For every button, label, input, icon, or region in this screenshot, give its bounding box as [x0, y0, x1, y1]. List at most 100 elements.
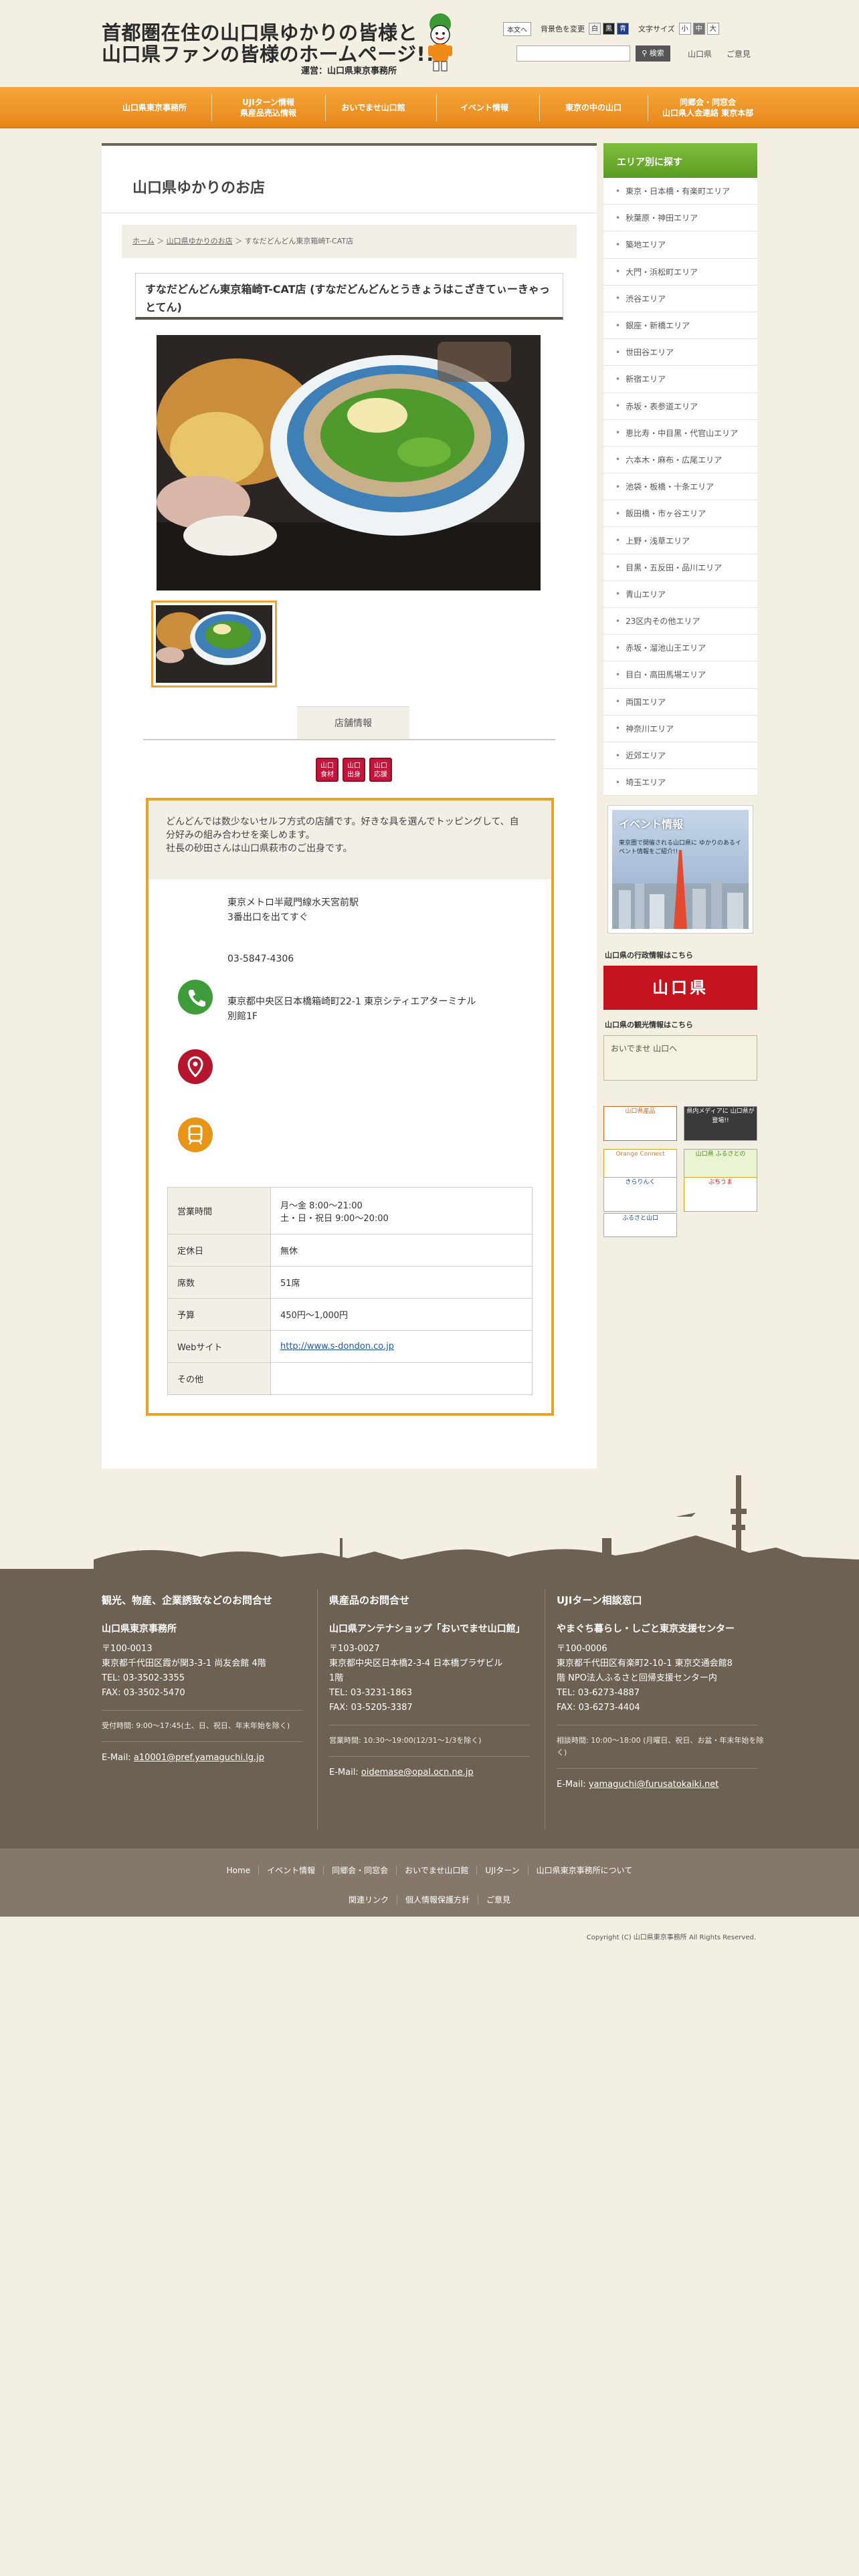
search-button[interactable]: ⚲ 検索 [636, 45, 670, 62]
sidebar-area-item[interactable]: 池袋・板橋・十条エリア [603, 473, 757, 501]
shop-title: すなだどんどん東京箱崎T-CAT店 (すなだどんどんとうきょうはこざきてぃーきゃ… [135, 273, 563, 320]
kensanhin-banner[interactable]: 山口県産品 [603, 1106, 677, 1141]
sidebar-area-item[interactable]: 世田谷エリア [603, 339, 757, 366]
email-link[interactable]: yamaguchi@furusatokaiki.net [589, 1780, 719, 1790]
nav-item-hometown-associations[interactable]: 同郷会・同窓会 山口県人会連絡 東京本部 [652, 88, 764, 128]
sidebar-area-item[interactable]: 目黒・五反田・品川エリア [603, 554, 757, 581]
sidebar-area-item[interactable]: 近郊エリア [603, 742, 757, 770]
sidebar-area-item[interactable]: 恵比寿・中目黒・代官山エリア [603, 419, 757, 447]
breadcrumb-home[interactable]: ホーム [132, 237, 155, 245]
sidebar-area-item[interactable]: 神奈川エリア [603, 715, 757, 742]
nav-separator [436, 94, 437, 121]
nav-item-uji-turn[interactable]: UJIターン情報 県産品売込情報 [215, 88, 321, 128]
nav-item-yamaguchi-in-tokyo[interactable]: 東京の中の山口 [543, 88, 644, 128]
nav-separator [539, 94, 540, 121]
breadcrumb: ホーム ＞ 山口県ゆかりのお店 ＞ すなだどんどん東京箱崎T-CAT店 [122, 225, 577, 258]
address-line: 東京都中央区日本橋箱崎町22-1 東京シティエアターミナル [227, 996, 476, 1007]
event-banner-subtitle: 東京圏で開催される山口県に ゆかりのあるイベント情報をご紹介!! [619, 840, 741, 855]
sidebar-area-item[interactable]: 目白・高田馬場エリア [603, 661, 757, 689]
footer-nav-row: 関連リンク 個人情報保護方針 ご意見 [0, 1894, 859, 1905]
sidebar-area-item[interactable]: 六本木・麻布・広尾エリア [603, 446, 757, 474]
oidemase-tourism-banner[interactable]: おいでませ 山口へ [603, 1035, 757, 1081]
bg-black-button[interactable]: 黒 [603, 23, 615, 35]
nav-label: おいでませ山口館 [341, 103, 405, 112]
kirarink-banner[interactable]: きらりんく [603, 1177, 677, 1212]
sidebar-area-item[interactable]: 赤坂・表参道エリア [603, 393, 757, 420]
table-value: http://www.s-dondon.co.jp [270, 1330, 533, 1363]
footer-line: 東京都中央区日本橋2-3-4 日本橋プラザビル [329, 1658, 503, 1669]
sidebar-area-item[interactable]: 赤坂・溜池山王エリア [603, 635, 757, 662]
site-logo-line2[interactable]: 山口県ファンの皆様のホームページ!! [102, 39, 435, 67]
tab-shop-info[interactable]: 店舗情報 [297, 706, 409, 740]
email-link[interactable]: a10001@pref.yamaguchi.lg.jp [134, 1753, 264, 1763]
bg-color-label: 背景色を変更 [541, 25, 585, 33]
tag-line2: 食材 [320, 771, 334, 778]
table-label: 予算 [167, 1298, 271, 1331]
sidebar-area-item[interactable]: 23区内その他エリア [603, 608, 757, 635]
website-link[interactable]: http://www.s-dondon.co.jp [280, 1341, 394, 1352]
footer-nav-opinion[interactable]: ご意見 [478, 1895, 519, 1905]
photo-thumbnail[interactable] [151, 601, 277, 687]
hours-weekend: 土・日・祝日 9:00〜20:00 [280, 1213, 389, 1224]
footer-nav-events[interactable]: イベント情報 [258, 1866, 324, 1875]
sidebar-area-item[interactable]: 東京・日本橋・有楽町エリア [603, 178, 757, 205]
sidebar-area-item[interactable]: 銀座・新橋エリア [603, 312, 757, 340]
bg-white-button[interactable]: 白 [589, 23, 601, 35]
area-nav-heading: エリア別に探す [603, 143, 757, 178]
email-link[interactable]: oidemase@opal.ocn.ne.jp [361, 1767, 474, 1778]
sidebar-area-item[interactable]: 両国エリア [603, 688, 757, 716]
skip-to-content-link[interactable]: 本文へ [503, 21, 531, 36]
sidebar-area-item[interactable]: 大門・浜松町エリア [603, 258, 757, 286]
address-info: 東京都中央区日本橋箱崎町22-1 東京シティエアターミナル 別館1F [227, 994, 595, 1024]
bg-blue-button[interactable]: 青 [617, 23, 629, 35]
footer-nav-associations[interactable]: 同郷会・同窓会 [323, 1866, 397, 1875]
sidebar-area-item[interactable]: 上野・浅草エリア [603, 527, 757, 554]
footer-nav-uji-turn[interactable]: UJIターン [476, 1866, 528, 1875]
font-large-button[interactable]: 大 [706, 23, 719, 35]
shop-info-table: 営業時間 月〜金 8:00〜21:00 土・日・祝日 9:00〜20:00 定休日無… [167, 1187, 533, 1395]
nav-sublabel: 山口県人会連絡 東京本部 [662, 108, 754, 118]
mascot-icon [428, 13, 452, 72]
sidebar-area-item[interactable]: 築地エリア [603, 231, 757, 259]
footer-nav-about[interactable]: 山口県東京事務所について [527, 1866, 641, 1875]
sidebar-area-item[interactable]: 秋葉原・神田エリア [603, 205, 757, 232]
furusato-yamaguchi-banner[interactable]: ふるさと山口 [603, 1213, 677, 1237]
oidemase-banner-text: おいでませ 山口へ [611, 1044, 678, 1053]
footer-line: FAX: 03-5205-3387 [329, 1703, 413, 1713]
footer-hours: 営業時間: 10:30〜19:00(12/31〜1/3を除く) [329, 1736, 482, 1745]
tag-yamaguchi-native-icon: 山口 出身 [343, 758, 365, 782]
font-small-button[interactable]: 小 [678, 23, 691, 35]
yamaguchi-pref-banner[interactable]: 山口県 [603, 966, 757, 1010]
sidebar-area-item[interactable]: 渋谷エリア [603, 285, 757, 312]
nav-item-events[interactable]: イベント情報 [440, 88, 529, 128]
sidebar-area-item[interactable]: 埼玉エリア [603, 769, 757, 796]
footer-line: 〒100-0013 [102, 1644, 153, 1654]
footer-hours: 受付時間: 9:00〜17:45(土、日、祝日、年末年始を除く) [102, 1721, 290, 1730]
footer-heading: 観光、物産、企業誘致などのお問合せ [102, 1594, 273, 1606]
footer-nav-links[interactable]: 関連リンク [341, 1895, 397, 1905]
breadcrumb-separator: ＞ [157, 237, 167, 245]
footer-line: 〒100-0006 [557, 1644, 607, 1654]
nav-item-tokyo-office[interactable]: 山口県東京事務所 [102, 88, 207, 128]
header-link-yamaguchi[interactable]: 山口県 [688, 49, 712, 59]
footer-email: E-Mail: yamaguchi@furusatokaiki.net [557, 1780, 764, 1790]
media-banner[interactable]: 県内メディアに 山口県が登場!! [684, 1106, 757, 1141]
sidebar-area-item[interactable]: 青山エリア [603, 580, 757, 608]
main-content: 山口県ゆかりのお店 ホーム ＞ 山口県ゆかりのお店 ＞ すなだどんどん東京箱崎T… [102, 143, 597, 1469]
font-medium-button[interactable]: 中 [692, 23, 705, 35]
breadcrumb-shops[interactable]: 山口県ゆかりのお店 [167, 237, 233, 245]
header-link-opinion[interactable]: ご意見 [727, 49, 751, 59]
footer-nav-privacy[interactable]: 個人情報保護方針 [396, 1895, 478, 1905]
event-info-banner[interactable]: イベント情報 東京圏で開催される山口県に ゆかりのあるイベント情報をご紹介!! [607, 805, 753, 934]
sidebar-area-item[interactable]: 新宿エリア [603, 366, 757, 393]
breadcrumb-current: すなだどんどん東京箱崎T-CAT店 [244, 237, 354, 245]
search-input[interactable] [516, 45, 630, 62]
sidebar-area-item[interactable]: 飯田橋・市ヶ谷エリア [603, 500, 757, 528]
tag-line1: 山口 [374, 762, 387, 770]
footer-heading: UJIターン相談窓口 [557, 1594, 642, 1606]
buchiuma-banner[interactable]: ぶちうま [684, 1177, 757, 1212]
nav-item-oidemase[interactable]: おいでませ山口館 [329, 88, 417, 128]
nav-separator [325, 94, 326, 121]
footer-nav-oidemase[interactable]: おいでませ山口館 [396, 1866, 477, 1875]
footer-nav-home[interactable]: Home [219, 1866, 258, 1875]
